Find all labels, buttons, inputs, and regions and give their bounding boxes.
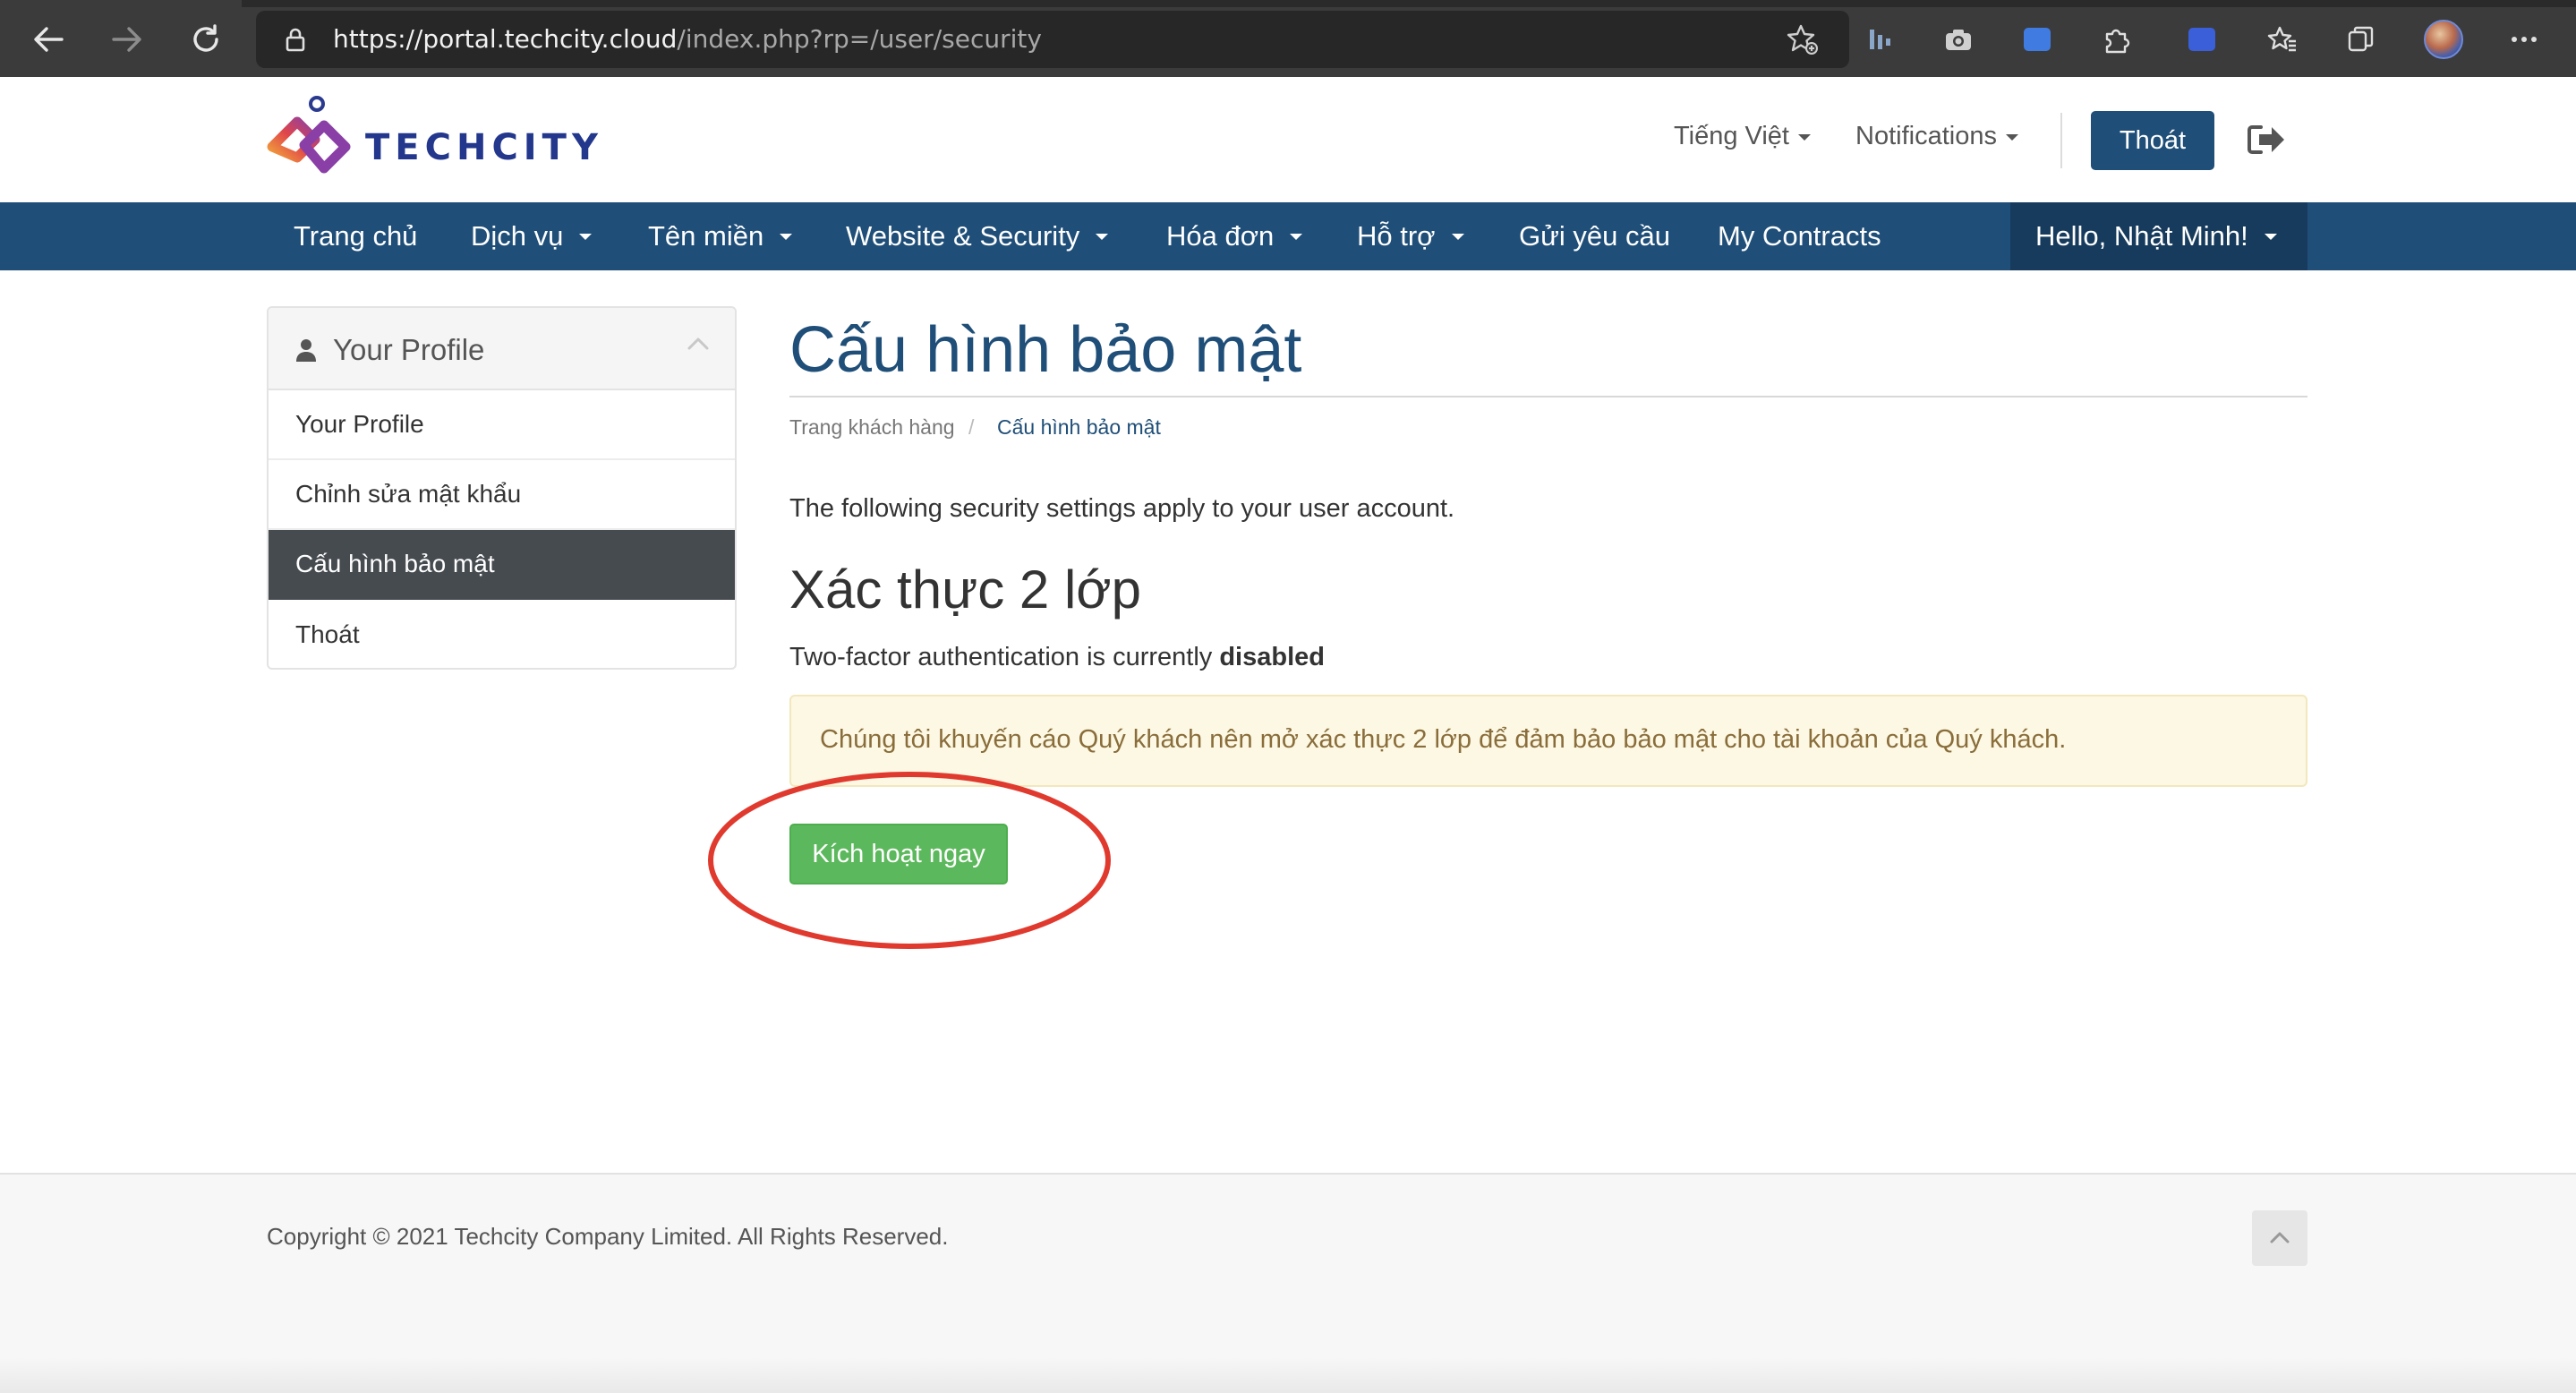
nav-home-label: Trang chủ [294,220,418,252]
sidebar-item-change-password[interactable]: Chỉnh sửa mật khẩu [269,460,735,530]
collections-icon[interactable] [2343,21,2379,57]
caret-down-icon [1290,233,1303,240]
nav-open-ticket-label: Gửi yêu cầu [1519,220,1670,252]
caret-down-icon [1451,233,1464,240]
language-dropdown[interactable]: Tiếng Việt [1674,122,1811,151]
title-divider [789,396,2307,397]
translate-extension-icon[interactable] [2019,21,2055,57]
nav-home[interactable]: Trang chủ [294,202,417,270]
caret-down-icon [2264,233,2277,240]
breadcrumb-separator: / [968,415,975,439]
favorites-icon[interactable] [2265,21,2300,57]
techcity-logo[interactable]: TECHCITY [265,91,598,190]
nav-website-security[interactable]: Website & Security [846,202,1109,270]
nav-domains-label: Tên miền [648,220,764,252]
nav-website-security-label: Website & Security [846,220,1080,252]
nav-billing-label: Hóa đơn [1166,220,1275,252]
cast-extension-icon[interactable] [2184,21,2220,57]
user-greeting: Hello, Nhật Minh! [2035,220,2248,252]
address-bar[interactable]: https://portal.techcity.cloud/index.php?… [256,11,1849,68]
tab-strip-edge [242,0,2576,7]
nav-support[interactable]: Hỗ trợ [1357,202,1464,270]
nav-open-ticket[interactable]: Gửi yêu cầu [1519,202,1670,270]
sidebar-title: Your Profile [333,333,485,366]
sidebar-item-label: Thoát [295,620,360,648]
copyright-text: Copyright © 2021 Techcity Company Limite… [267,1223,949,1250]
page-root: https://portal.techcity.cloud/index.php?… [0,0,2576,1393]
site-header: TECHCITY Tiếng Việt Notifications Thoát [0,77,2576,202]
caret-down-icon [1797,133,1811,141]
breadcrumb-current: Cấu hình bảo mật [997,415,1161,439]
chevron-up-icon [2270,1232,2290,1243]
alert-text: Chúng tôi khuyến cáo Quý khách nên mở xá… [820,725,2067,754]
nav-my-contracts[interactable]: My Contracts [1718,202,1881,270]
logo-wordmark: TECHCITY [365,127,603,168]
nav-my-contracts-label: My Contracts [1718,220,1881,252]
sidebar-item-logout[interactable]: Thoát [269,600,735,668]
logout-button[interactable]: Thoát [2091,111,2214,170]
profile-sidebar: Your Profile Your Profile Chỉnh sửa mật … [267,306,737,670]
two-factor-heading: Xác thực 2 lớp [789,560,1142,620]
nav-services-label: Dịch vụ [471,220,564,252]
more-menu-icon[interactable] [2506,21,2542,57]
url-path: /index.php?rp=/user/security [677,24,1042,54]
logo-mark-icon [267,96,351,174]
back-arrow-icon[interactable] [25,16,72,63]
lock-icon[interactable] [283,27,308,52]
browser-toolbar: https://portal.techcity.cloud/index.php?… [0,0,2576,77]
main-navbar: Trang chủ Dịch vụ Tên miền Website & Sec… [0,202,2576,270]
nav-services[interactable]: Dịch vụ [471,202,593,270]
sidebar-item-label: Chỉnh sửa mật khẩu [295,480,522,508]
two-factor-status: Two-factor authentication is currently d… [789,643,1325,672]
forward-arrow-icon[interactable] [104,16,150,63]
url-domain: https://portal.techcity.cloud [333,24,678,54]
puzzle-extensions-icon[interactable] [2098,21,2134,57]
sign-out-icon[interactable] [2245,122,2288,158]
url-text: https://portal.techcity.cloud/index.php?… [333,24,1042,54]
user-icon [296,339,316,362]
back-to-top-button[interactable] [2252,1210,2307,1266]
extension-bars-icon[interactable] [1862,21,1898,57]
sidebar-header[interactable]: Your Profile [269,308,735,390]
status-prefix: Two-factor authentication is currently [789,643,1213,671]
camera-extension-icon[interactable] [1941,21,1976,57]
chevron-up-icon[interactable] [687,335,710,353]
highlight-circle-annotation [708,772,1111,949]
browser-profile-avatar[interactable] [2424,20,2463,59]
notifications-label: Notifications [1855,122,1997,150]
nav-billing[interactable]: Hóa đơn [1166,202,1303,270]
breadcrumb-home-link[interactable]: Trang khách hàng [789,415,955,440]
nav-domains[interactable]: Tên miền [648,202,793,270]
nav-support-label: Hỗ trợ [1357,220,1436,252]
sidebar-item-label: Your Profile [295,410,424,438]
caret-down-icon [1096,233,1109,240]
notifications-dropdown[interactable]: Notifications [1855,122,2018,151]
sidebar-item-your-profile[interactable]: Your Profile [269,390,735,460]
sidebar-item-label: Cấu hình bảo mật [295,550,495,577]
header-divider [2060,113,2062,168]
user-menu-dropdown[interactable]: Hello, Nhật Minh! [2010,202,2307,270]
caret-down-icon [780,233,793,240]
add-favorite-icon[interactable] [1787,23,1819,56]
caret-down-icon [579,233,593,240]
reload-icon[interactable] [183,16,229,63]
sidebar-item-security-settings[interactable]: Cấu hình bảo mật [269,530,735,600]
caret-down-icon [2005,133,2018,141]
language-label: Tiếng Việt [1674,122,1789,150]
security-intro-text: The following security settings apply to… [789,494,1455,523]
page-title: Cấu hình bảo mật [789,314,1302,386]
window-bottom-shadow [0,1357,2576,1393]
status-value: disabled [1219,643,1325,671]
